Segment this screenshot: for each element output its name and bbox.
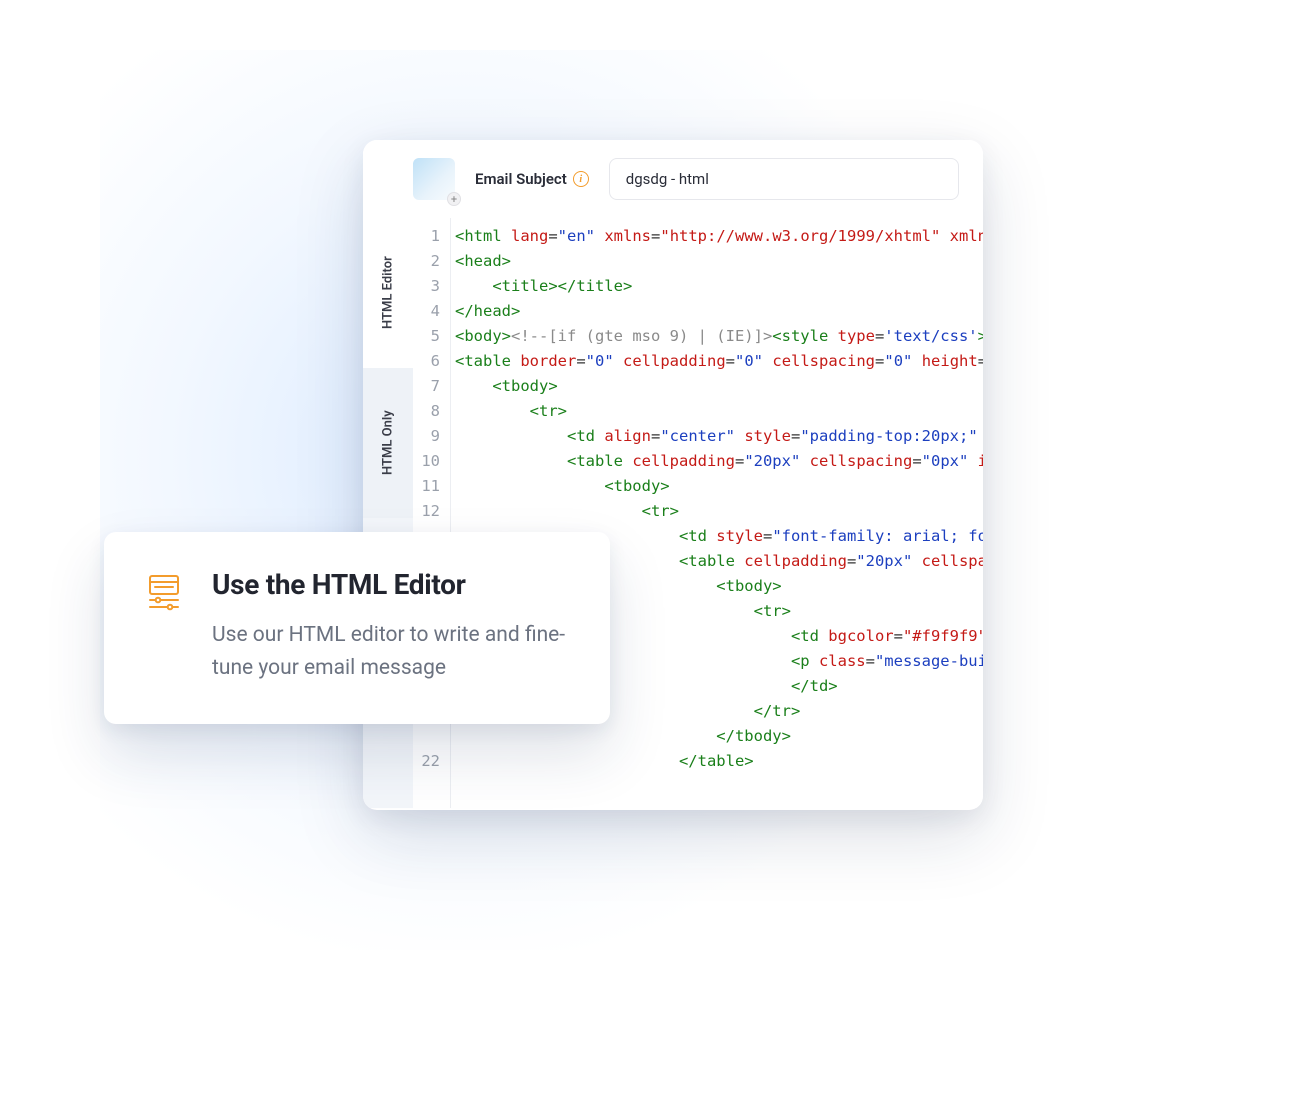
editor-header: + Email Subject i dgsdg - html [363,140,983,218]
html-editor-icon [144,572,184,612]
info-icon[interactable]: i [573,171,589,187]
email-thumbnail[interactable]: + [413,158,455,200]
callout-text: Use the HTML Editor Use our HTML editor … [212,568,566,684]
subject-label: Email Subject i [475,170,589,188]
subject-input[interactable]: dgsdg - html [609,158,959,200]
callout-description: Use our HTML editor to write and fine-tu… [212,619,566,684]
add-thumbnail-icon[interactable]: + [447,192,461,206]
tab-html-editor[interactable]: HTML Editor [363,218,413,368]
subject-label-text: Email Subject [475,170,567,188]
callout-title: Use the HTML Editor [212,568,566,601]
tab-html-only[interactable]: HTML Only [363,368,413,518]
feature-callout: Use the HTML Editor Use our HTML editor … [104,532,610,724]
